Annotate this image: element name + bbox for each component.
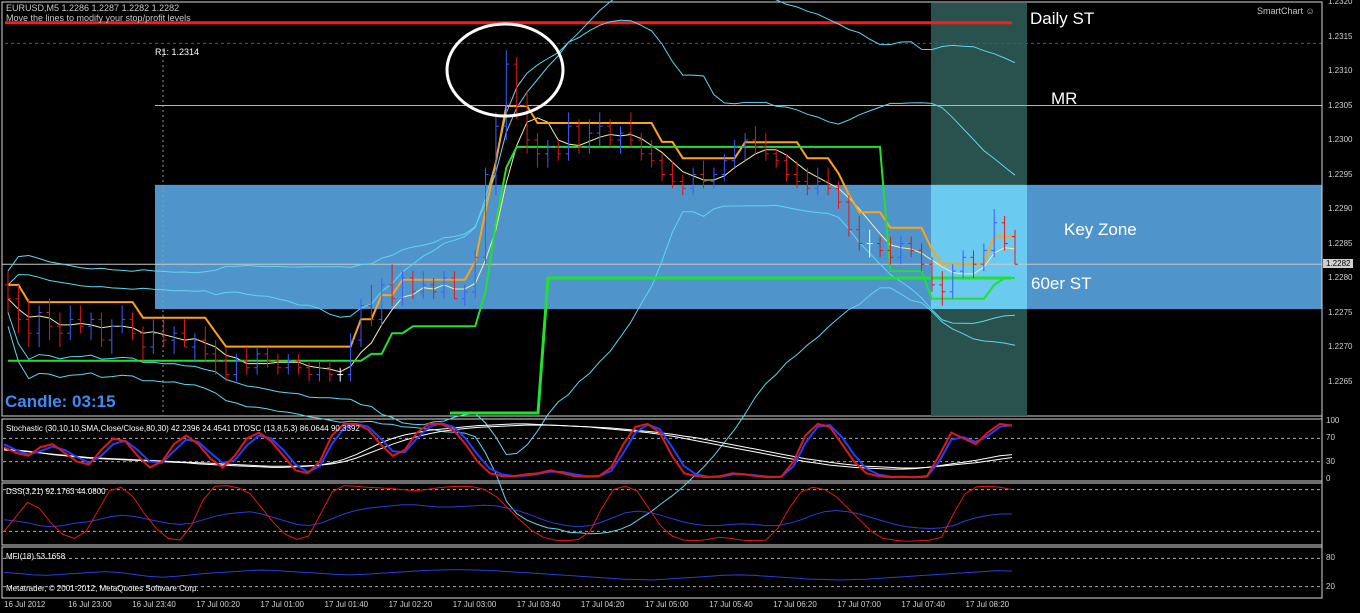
price-tick-label: 1.2305 (1328, 100, 1353, 110)
panel-frame-3 (1, 546, 1323, 599)
stop-profit-hint: Move the lines to modify your stop/profi… (6, 13, 191, 23)
time-tick-label: 16 Jul 23:00 (68, 600, 112, 609)
symbol-header: EURUSD,M5 1.2286 1.2287 1.2282 1.2282 (6, 3, 180, 13)
time-tick-label: 16 Jul 2012 (4, 600, 46, 609)
time-tick-label: 16 Jul 23:40 (132, 600, 176, 609)
smiley-icon: ☺ (1305, 6, 1315, 16)
time-tick-label: 17 Jul 06:20 (773, 600, 817, 609)
price-tick-label: 1.2285 (1328, 238, 1353, 248)
time-tick-label: 17 Jul 05:00 (645, 600, 689, 609)
current-price-tag: 1.2282 (1323, 259, 1354, 269)
time-tick-label: 17 Jul 03:00 (452, 600, 497, 609)
price-tick-label: 1.2320 (1328, 0, 1353, 6)
stochastic-label: Stochastic (30,10,10,SMA,Close/Close,80,… (6, 424, 360, 433)
price-tick-label: 1.2310 (1328, 66, 1353, 75)
mfi-tick-label: 80 (1326, 553, 1335, 563)
candle-timer: Candle: 03:15 (5, 392, 116, 411)
smartchart-text: SmartChart (1257, 6, 1304, 16)
price-tick-label: 1.2280 (1328, 273, 1353, 282)
panel-frame-2 (1, 482, 1323, 546)
key-zone-annotation: Key Zone (1064, 220, 1137, 239)
mfi-label: MFI(18) 53.1658 (6, 552, 66, 561)
daily-st-annotation: Daily ST (1030, 9, 1095, 28)
time-tick-label: 17 Jul 00:20 (196, 600, 240, 609)
time-tick-label: 17 Jul 05:40 (709, 600, 753, 609)
mr-annotation: MR (1051, 89, 1078, 108)
price-tick-label: 1.2300 (1328, 135, 1353, 144)
stoch-tick-label: 30 (1326, 456, 1335, 466)
time-tick-label: 17 Jul 01:00 (260, 600, 304, 609)
metatrader-chart-window: EURUSD,M5 1.2286 1.2287 1.2282 1.2282 Mo… (0, 0, 1360, 613)
st60-annotation: 60er ST (1031, 274, 1092, 293)
price-tick-label: 1.2265 (1328, 376, 1353, 386)
key-zone-highlight (931, 184, 1027, 310)
dss-label: DSS(3,21) 92.1763 44.0800 (6, 487, 106, 496)
stoch-tick-label: 0 (1326, 474, 1331, 483)
time-tick-label: 17 Jul 02:20 (388, 600, 433, 609)
time-tick-label: 17 Jul 03:40 (516, 600, 561, 609)
price-tick-label: 1.2290 (1328, 204, 1353, 213)
smartchart-label[interactable]: SmartChart ☺ (1257, 6, 1315, 16)
time-tick-label: 17 Jul 07:40 (901, 600, 945, 609)
price-tick-label: 1.2295 (1328, 169, 1353, 179)
key-zone-rect (155, 184, 1322, 310)
price-tick-label: 1.2270 (1328, 342, 1353, 351)
stoch-tick-label: 70 (1326, 433, 1335, 443)
stoch-tick-label: 100 (1326, 416, 1340, 425)
time-tick-label: 17 Jul 04:20 (580, 600, 625, 609)
price-chart-svg[interactable] (0, 0, 1360, 613)
mfi-tick-label: 20 (1326, 581, 1335, 591)
copyright-label: Metatrader, © 2001-2012, MetaQuotes Soft… (6, 584, 199, 593)
time-tick-label: 17 Jul 08:20 (965, 600, 1010, 609)
time-tick-label: 17 Jul 07:00 (837, 600, 881, 609)
price-tick-label: 1.2275 (1328, 307, 1353, 317)
time-tick-label: 17 Jul 01:40 (324, 600, 369, 609)
r1-label: R1: 1.2314 (155, 47, 200, 57)
price-tick-label: 1.2315 (1328, 31, 1353, 41)
